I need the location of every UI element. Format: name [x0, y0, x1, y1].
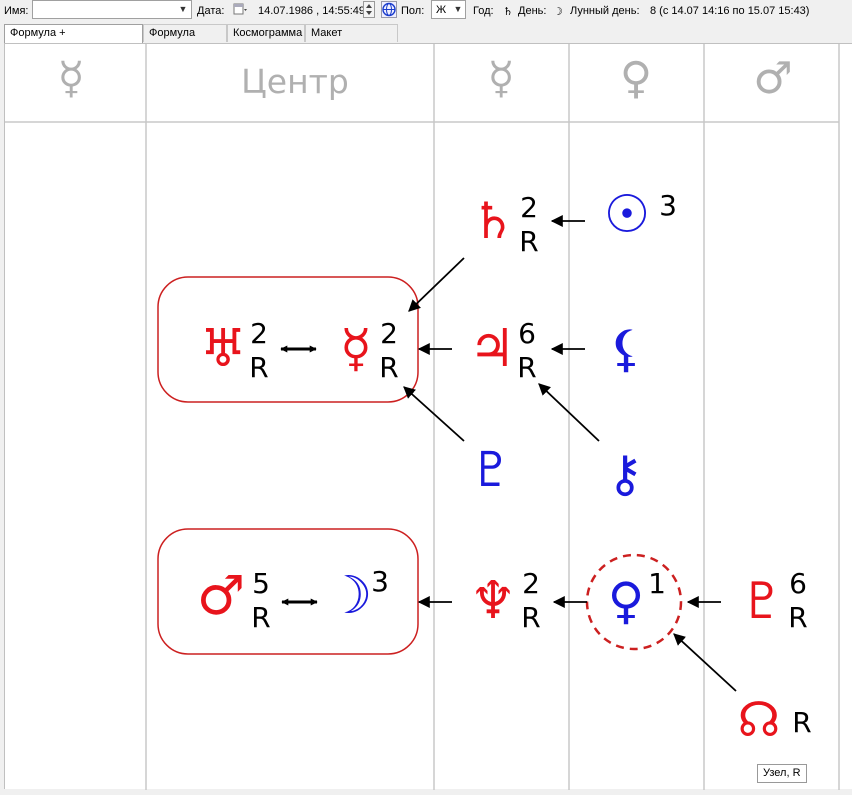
- jupiter-house: 6: [518, 317, 536, 350]
- tooltip: Узел, R: [757, 764, 807, 783]
- uranus-house: 2: [250, 317, 268, 350]
- saturn-retro: R: [519, 225, 538, 258]
- header-mercury-icon: ☿: [487, 53, 514, 104]
- node-retro: R: [792, 706, 811, 739]
- header-mars-icon: ♂: [753, 53, 792, 104]
- node-icon: ☊: [738, 692, 781, 748]
- neptune-house: 2: [522, 567, 540, 600]
- tab-soul-formula[interactable]: Формула Души: [143, 24, 227, 56]
- formula-canvas: ☿ Центр ☿ ♀ ♂ ♄ 2 R ☉ 3 ♅ 2 R ☿ 2 R ♃ 6 …: [4, 43, 852, 790]
- sex-select[interactable]: Ж ▼: [431, 0, 466, 19]
- toolbar: Имя: ▼ Дата: 14.07.1986 , 14:55:49 Пол: …: [0, 0, 852, 22]
- sex-label: Пол:: [401, 5, 425, 17]
- date-value[interactable]: 14.07.1986 , 14:55:49: [258, 5, 365, 17]
- neptune-icon: ♆: [470, 571, 517, 631]
- tab-page-layout[interactable]: Макет страницы: [305, 24, 398, 56]
- date-label: Дата:: [197, 5, 225, 17]
- moon-house: 3: [371, 565, 389, 598]
- moon-icon: ☽: [326, 566, 373, 626]
- venus-icon: ♀: [608, 572, 645, 630]
- chevron-down-icon[interactable]: ▼: [451, 1, 465, 18]
- saturn-icon: ♄: [471, 192, 516, 250]
- name-combobox[interactable]: ▼: [32, 0, 192, 19]
- tab-cosmogram[interactable]: Космограмма: [227, 24, 305, 42]
- tab-formula-cosmogram[interactable]: Формула + Космограмма: [4, 24, 143, 56]
- pluto-house: 6: [789, 567, 807, 600]
- sex-value: Ж: [436, 4, 447, 16]
- spinner-icon[interactable]: [363, 1, 375, 18]
- aspect-arrows: [403, 215, 737, 692]
- lunar-day-label: Лунный день:: [570, 5, 640, 17]
- moon-icon: ☽: [553, 5, 563, 18]
- mars-retro: R: [251, 601, 270, 634]
- chiron-icon: ⚷: [607, 445, 644, 503]
- header-center-title: Центр: [241, 62, 349, 101]
- venus-house: 1: [648, 567, 666, 600]
- uranus-icon: ♅: [200, 319, 247, 379]
- sun-house: 3: [659, 189, 677, 222]
- saturn-house: 2: [520, 191, 538, 224]
- chevron-down-icon[interactable]: ▼: [175, 1, 191, 18]
- sun-icon: ☉: [604, 185, 651, 245]
- neptune-retro: R: [521, 601, 540, 634]
- mercury-retro: R: [379, 351, 398, 384]
- mars-icon: ♂: [197, 564, 245, 627]
- pluto-icon: ♇: [740, 572, 785, 630]
- formula-diagram: ☿ Центр ☿ ♀ ♂ ♄ 2 R ☉ 3 ♅ 2 R ☿ 2 R ♃ 6 …: [5, 44, 840, 790]
- day-label: День:: [518, 5, 547, 17]
- globe-icon[interactable]: [381, 1, 397, 18]
- calendar-icon[interactable]: [232, 1, 248, 18]
- lunar-day-value: 8 (с 14.07 14:16 по 15.07 15:43): [650, 5, 810, 17]
- proserpina-icon: ♇: [469, 442, 512, 498]
- mercury-icon: ☿: [340, 319, 372, 379]
- tab-strip: Формула + Космограмма Формула Души Космо…: [0, 24, 852, 56]
- grid-lines: [5, 44, 840, 790]
- mercury-house: 2: [380, 317, 398, 350]
- jupiter-icon: ♃: [469, 319, 516, 379]
- name-label: Имя:: [4, 5, 29, 17]
- mars-house: 5: [252, 567, 270, 600]
- uranus-retro: R: [249, 351, 268, 384]
- pluto-retro: R: [788, 601, 807, 634]
- saturn-icon: ♄: [503, 5, 513, 18]
- header-venus-icon: ♀: [620, 53, 652, 104]
- jupiter-retro: R: [517, 351, 536, 384]
- header-mercury-icon: ☿: [57, 53, 84, 104]
- year-label: Год:: [473, 5, 494, 17]
- lilith-icon: ⚸: [608, 320, 645, 378]
